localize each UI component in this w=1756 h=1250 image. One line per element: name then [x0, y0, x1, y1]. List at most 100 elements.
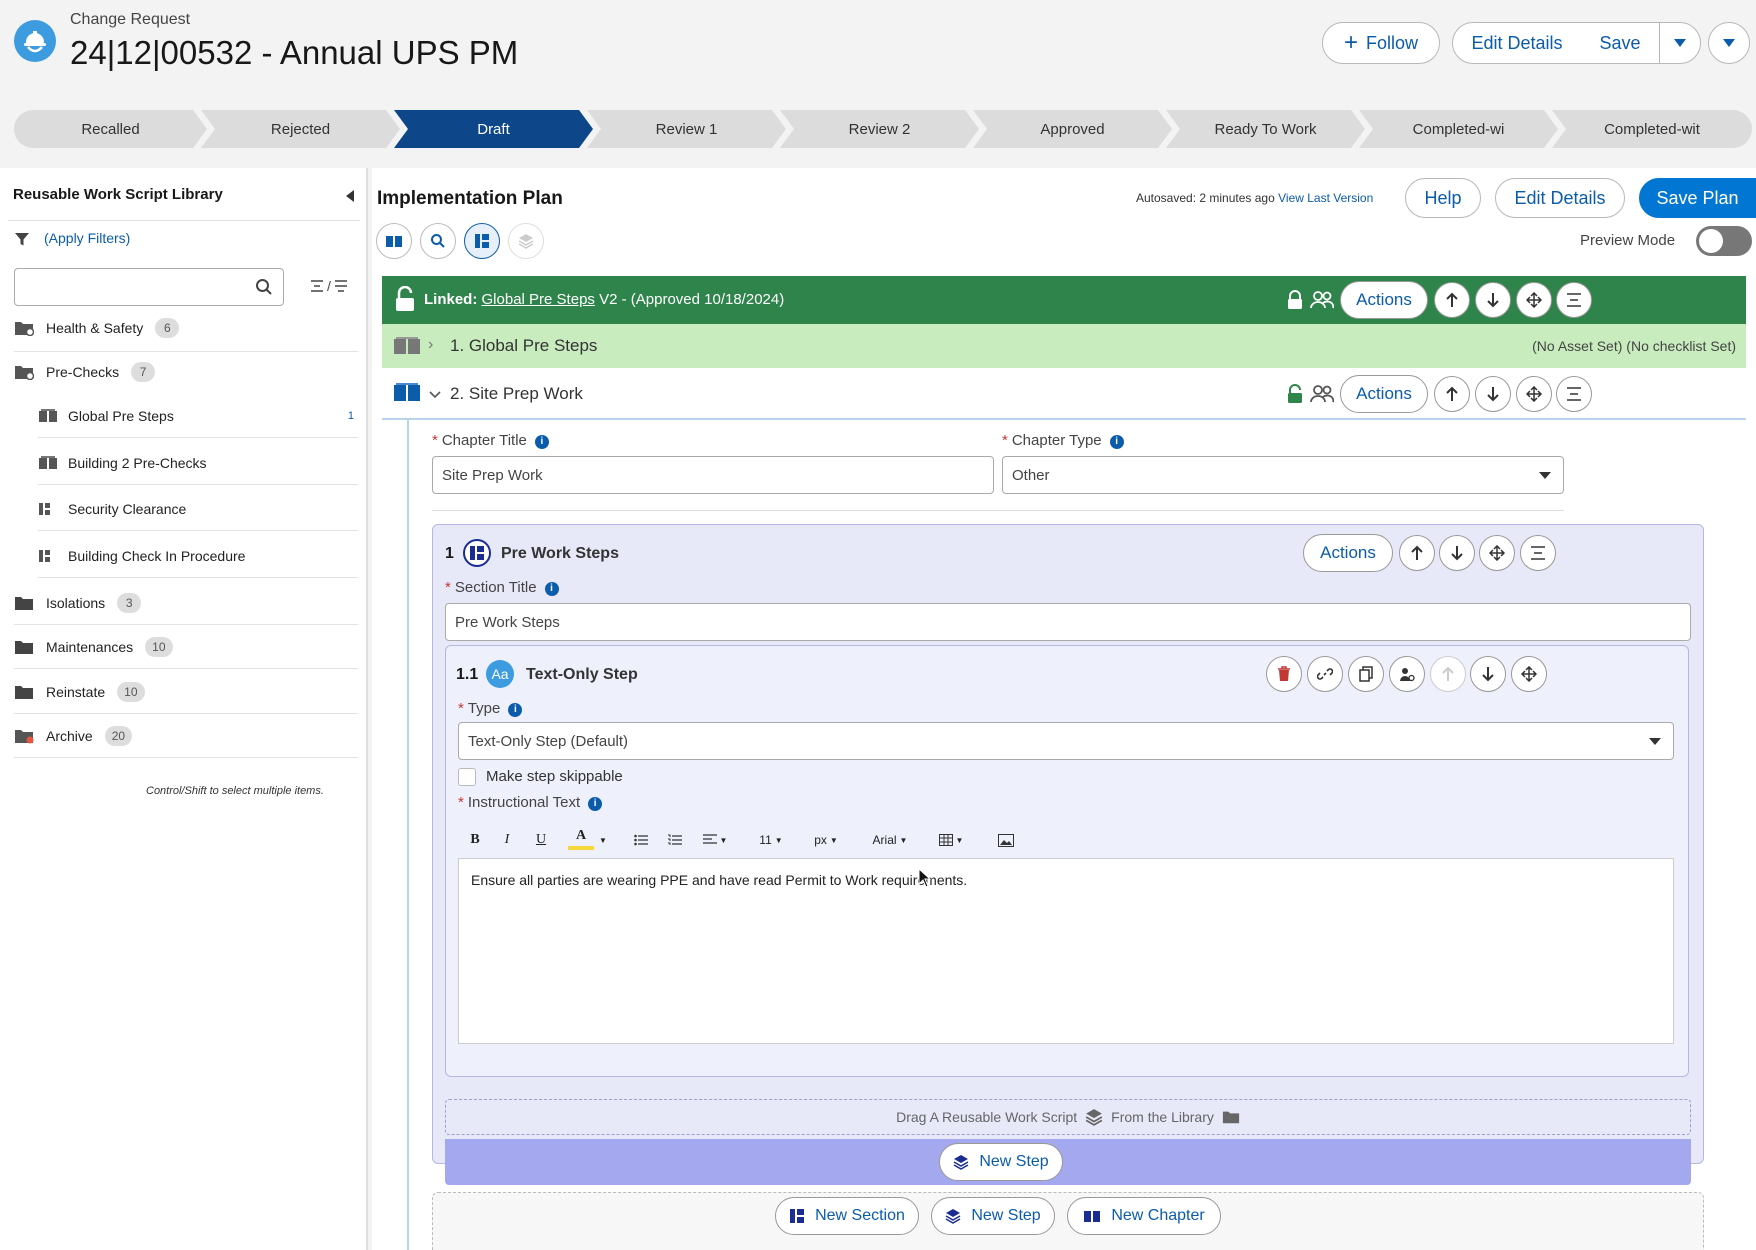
- move-up-button[interactable]: [1434, 376, 1470, 412]
- search-view-button[interactable]: [420, 223, 456, 259]
- skippable-checkbox[interactable]: [458, 768, 476, 786]
- italic-button[interactable]: I: [494, 826, 520, 854]
- new-step-button[interactable]: New Step: [939, 1143, 1063, 1181]
- text-color-button[interactable]: A: [568, 826, 594, 850]
- apply-filters-link[interactable]: (Apply Filters): [44, 230, 130, 246]
- linked-script-link[interactable]: Global Pre Steps: [482, 291, 595, 308]
- instructional-text-editor[interactable]: Ensure all parties are wearing PPE and h…: [458, 858, 1674, 1044]
- new-step-button-bottom[interactable]: New Step: [931, 1197, 1055, 1235]
- path-stage-completed-wit[interactable]: Completed-wit: [1552, 110, 1752, 148]
- script-building-2-pre-checks[interactable]: Building 2 Pre-Checks: [38, 444, 358, 482]
- text-color-dropdown[interactable]: ▼: [596, 826, 610, 854]
- move-down-button[interactable]: [1475, 282, 1511, 318]
- numbered-list-button[interactable]: [662, 826, 688, 854]
- path-stage-review-1[interactable]: Review 1: [587, 110, 786, 148]
- chapter-2-actions-button[interactable]: Actions: [1340, 375, 1428, 413]
- bulleted-list-button[interactable]: [628, 826, 654, 854]
- chapter-title-input[interactable]: Site Prep Work: [432, 456, 994, 494]
- folder-maintenances[interactable]: Maintenances 10: [14, 629, 173, 665]
- path-stage-approved[interactable]: Approved: [973, 110, 1172, 148]
- move-up-button[interactable]: [1430, 656, 1466, 692]
- script-security-clearance[interactable]: Security Clearance: [38, 490, 358, 528]
- new-chapter-button[interactable]: New Chapter: [1067, 1197, 1221, 1235]
- stack-view-button[interactable]: [508, 223, 544, 259]
- move-down-button[interactable]: [1475, 376, 1511, 412]
- collapse-button[interactable]: [1556, 282, 1592, 318]
- expand-collapse-toggle[interactable]: /: [310, 278, 348, 294]
- delete-step-button[interactable]: [1266, 656, 1302, 692]
- step-type-select[interactable]: Text-Only Step (Default): [458, 722, 1674, 760]
- preview-mode-toggle[interactable]: [1696, 226, 1752, 256]
- plan-edit-details-button[interactable]: Edit Details: [1495, 178, 1625, 218]
- table-dropdown[interactable]: ▼: [934, 826, 968, 854]
- info-icon[interactable]: i: [508, 703, 523, 717]
- underline-button[interactable]: U: [528, 826, 554, 854]
- chapter-1-row[interactable]: › 1. Global Pre Steps (No Asset Set) (No…: [382, 324, 1746, 368]
- folder-archive[interactable]: Archive 20: [14, 718, 133, 754]
- unlock-icon[interactable]: [394, 286, 416, 312]
- copy-step-button[interactable]: [1348, 656, 1384, 692]
- chevron-right-icon[interactable]: ›: [428, 336, 433, 354]
- path-stage-ready-to-work[interactable]: Ready To Work: [1166, 110, 1365, 148]
- bold-button[interactable]: B: [462, 826, 488, 854]
- lock-icon[interactable]: [1286, 384, 1304, 404]
- folder-label: Archive: [46, 728, 93, 744]
- move-up-button[interactable]: [1399, 535, 1435, 571]
- follow-button[interactable]: + Follow: [1322, 22, 1440, 64]
- edit-details-button[interactable]: Edit Details: [1452, 22, 1582, 64]
- script-global-pre-steps[interactable]: Global Pre Steps 1: [38, 397, 358, 435]
- library-search-input[interactable]: [14, 268, 284, 306]
- font-family-dropdown[interactable]: Arial ▼: [868, 826, 912, 854]
- collapse-button[interactable]: [1556, 376, 1592, 412]
- move-down-button[interactable]: [1470, 656, 1506, 692]
- folder-isolations[interactable]: Isolations 3: [14, 585, 142, 621]
- save-menu-button[interactable]: [1659, 22, 1701, 64]
- chevron-down-icon[interactable]: [428, 390, 442, 400]
- collapse-button[interactable]: [1520, 535, 1556, 571]
- info-icon[interactable]: i: [588, 797, 603, 811]
- help-button[interactable]: Help: [1405, 178, 1481, 218]
- users-icon[interactable]: [1310, 290, 1334, 310]
- info-icon[interactable]: i: [544, 582, 559, 596]
- section-actions-button[interactable]: Actions: [1303, 534, 1393, 572]
- section-title-input[interactable]: Pre Work Steps: [445, 603, 1691, 641]
- path-stage-completed-wi[interactable]: Completed-wi: [1359, 110, 1558, 148]
- collapse-sidebar-icon[interactable]: [346, 190, 354, 202]
- chapter-type-select[interactable]: Other: [1002, 456, 1564, 494]
- path-stage-draft[interactable]: Draft: [394, 110, 593, 148]
- info-icon[interactable]: i: [534, 435, 549, 449]
- drag-handle-button[interactable]: [1511, 656, 1547, 692]
- folder-pre-checks[interactable]: Pre-Checks 7: [14, 354, 156, 390]
- align-dropdown[interactable]: ▼: [698, 826, 732, 854]
- path-stage-review-2[interactable]: Review 2: [780, 110, 979, 148]
- info-icon[interactable]: i: [1109, 435, 1124, 449]
- save-plan-button[interactable]: Save Plan: [1639, 178, 1756, 218]
- font-size-dropdown[interactable]: 11 ▼: [754, 826, 788, 854]
- drag-handle-button[interactable]: [1479, 535, 1515, 571]
- chapter-2-header[interactable]: 2. Site Prep Work Actions: [382, 368, 1746, 420]
- lock-icon[interactable]: [1286, 290, 1304, 310]
- link-step-button[interactable]: [1307, 656, 1343, 692]
- linked-actions-button[interactable]: Actions: [1340, 281, 1428, 319]
- path-stage-rejected[interactable]: Rejected: [201, 110, 400, 148]
- script-building-check-in[interactable]: Building Check In Procedure: [38, 537, 358, 575]
- view-last-version-link[interactable]: View Last Version: [1278, 191, 1373, 205]
- book-view-button[interactable]: [376, 223, 412, 259]
- save-button[interactable]: Save: [1581, 22, 1660, 64]
- insert-image-button[interactable]: [992, 826, 1020, 854]
- move-up-button[interactable]: [1434, 282, 1470, 318]
- library-drop-zone[interactable]: Drag A Reusable Work Script From the Lib…: [445, 1099, 1691, 1135]
- section-view-button[interactable]: [464, 223, 500, 259]
- drag-handle-button[interactable]: [1516, 376, 1552, 412]
- folder-health-safety[interactable]: Health & Safety 6: [14, 310, 180, 346]
- move-down-button[interactable]: [1439, 535, 1475, 571]
- path-stage-recalled[interactable]: Recalled: [14, 110, 207, 148]
- users-icon[interactable]: [1310, 384, 1334, 404]
- new-section-button[interactable]: New Section: [775, 1197, 919, 1235]
- unit-dropdown[interactable]: px ▼: [808, 826, 844, 854]
- assign-user-button[interactable]: [1389, 656, 1425, 692]
- more-actions-button[interactable]: [1708, 22, 1750, 64]
- drag-handle-button[interactable]: [1516, 282, 1552, 318]
- folder-reinstate[interactable]: Reinstate 10: [14, 674, 145, 710]
- move-icon: [1526, 292, 1542, 308]
